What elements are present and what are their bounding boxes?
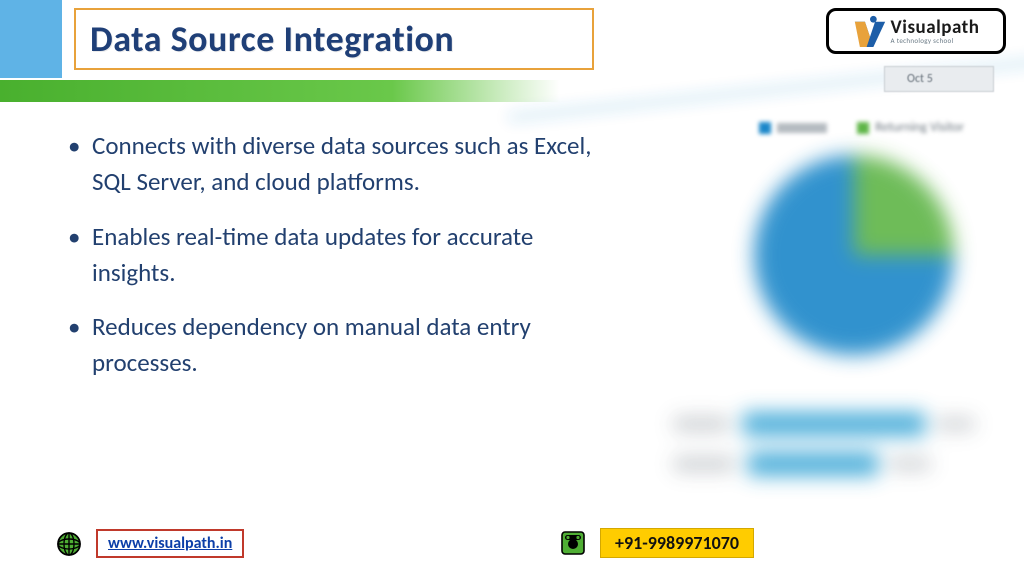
logo-text: Visualpath A technology school	[891, 18, 980, 44]
globe-icon	[56, 531, 82, 557]
bullet-list: Connects with diverse data sources such …	[62, 128, 592, 400]
bg-date-tab: Oct 5	[884, 66, 994, 92]
contact-phone: +91-9989971070	[560, 528, 754, 558]
bg-bar-charts	[674, 410, 974, 490]
slide: Oct 5 Returning Visitor Data Source Inte…	[0, 0, 1024, 576]
visualpath-logo-icon	[853, 15, 887, 47]
green-accent-bar	[0, 80, 560, 102]
phone-number: +91-9989971070	[600, 528, 754, 558]
contact-website: www.visualpath.in	[56, 529, 244, 558]
bg-legend-returning: Returning Visitor	[875, 120, 964, 135]
logo-box: Visualpath A technology school	[826, 8, 1006, 54]
bg-legend: Returning Visitor	[759, 120, 964, 135]
slide-title: Data Source Integration	[90, 17, 454, 61]
bullet-item: Enables real-time data updates for accur…	[62, 219, 592, 292]
bg-pie-chart	[754, 155, 954, 355]
title-box: Data Source Integration	[74, 8, 594, 70]
logo-brand: Visualpath	[891, 18, 980, 37]
phone-icon	[560, 530, 586, 556]
footer: www.visualpath.in +91-9989971070	[0, 528, 1024, 576]
website-link[interactable]: www.visualpath.in	[96, 529, 244, 558]
bullet-item: Reduces dependency on manual data entry …	[62, 309, 592, 382]
bullet-item: Connects with diverse data sources such …	[62, 128, 592, 201]
corner-blue-block	[0, 0, 62, 78]
